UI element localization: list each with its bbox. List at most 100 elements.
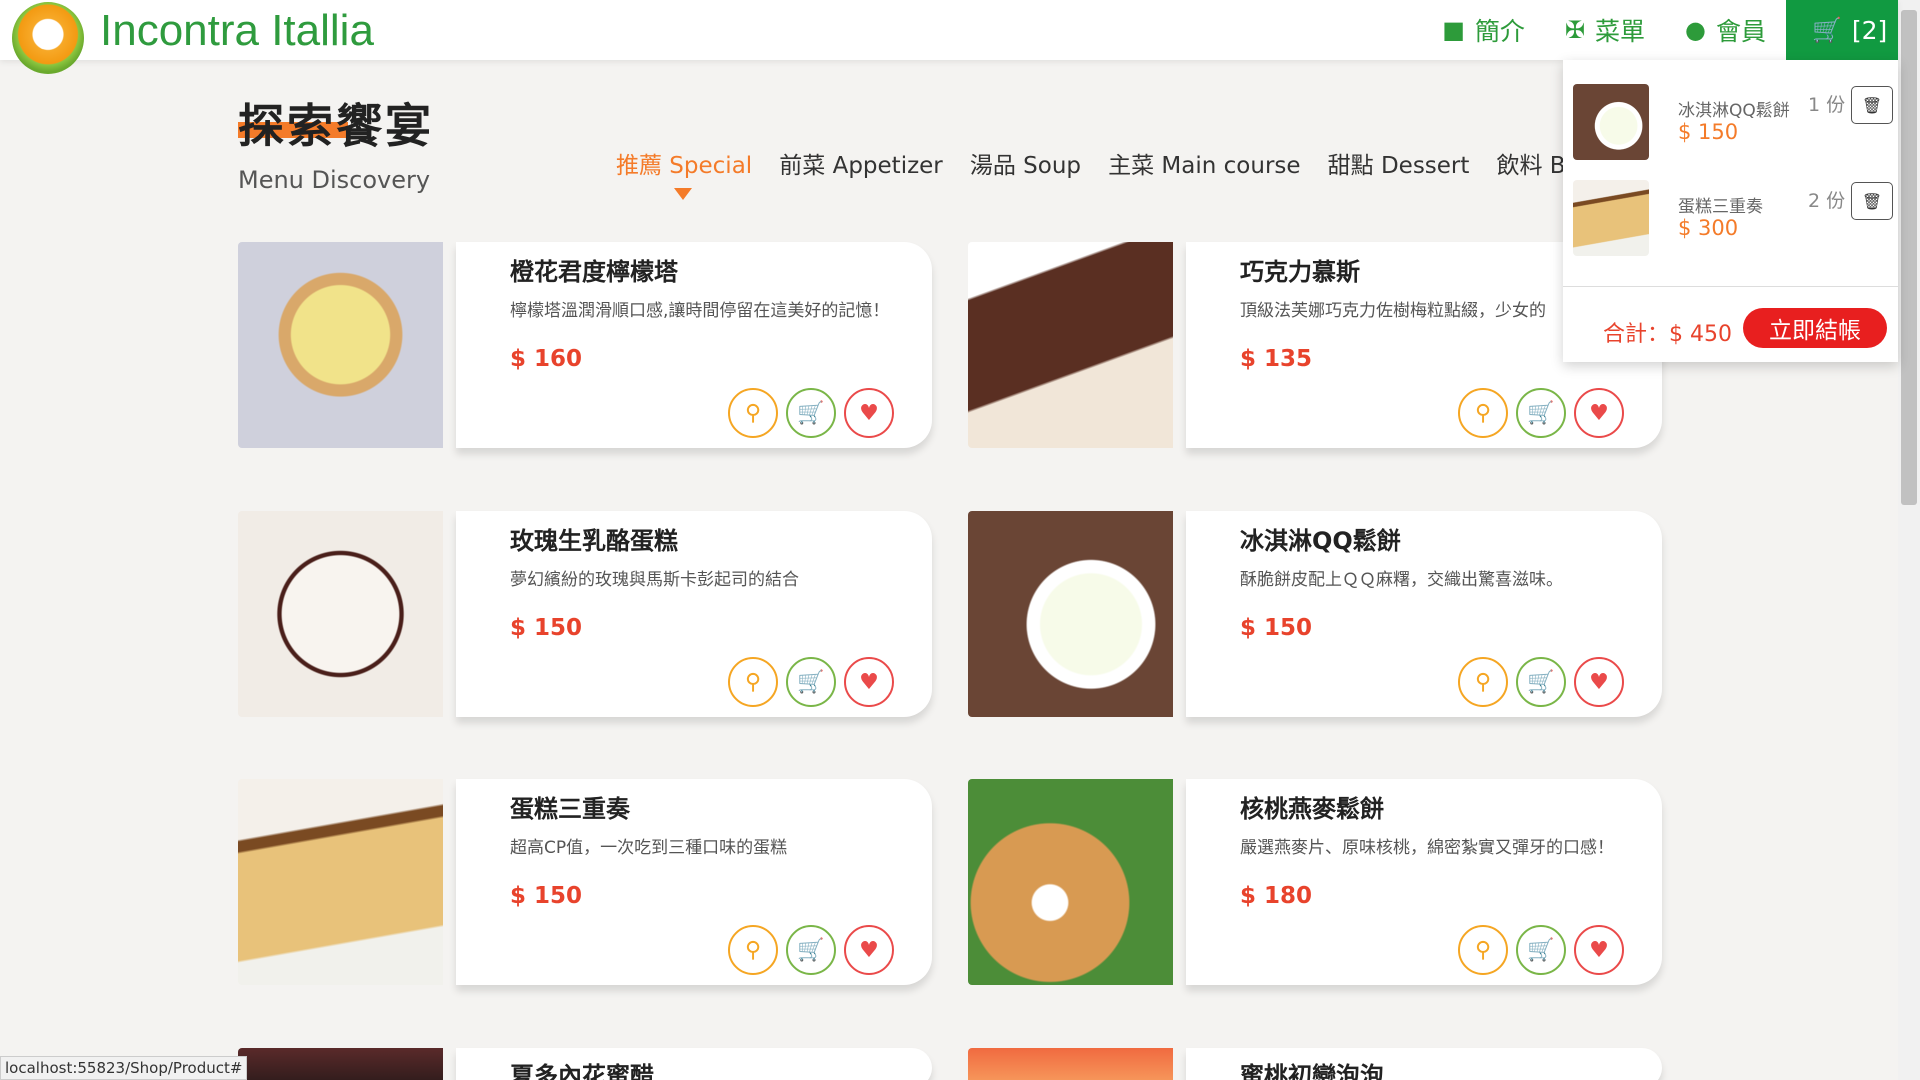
add-to-cart-button[interactable]: 🛒 — [786, 657, 836, 707]
product-name: 冰淇淋QQ鬆餅 — [1240, 527, 1401, 555]
product-name: 蜜桃初戀泡泡 — [1240, 1062, 1384, 1080]
product-image[interactable] — [238, 242, 443, 448]
product-price: $ 180 — [1240, 883, 1313, 909]
scrollbar-thumb[interactable] — [1901, 10, 1917, 505]
product-image[interactable] — [238, 779, 443, 985]
add-to-cart-button[interactable]: 🛒 — [786, 925, 836, 975]
favorite-button[interactable]: ♥ — [844, 925, 894, 975]
delete-item-button[interactable]: 🗑 — [1851, 182, 1893, 220]
product-image[interactable] — [238, 511, 443, 717]
search-icon: ⚲ — [744, 669, 762, 695]
product-actions: ⚲ 🛒 ♥ — [1458, 657, 1624, 707]
product-description: 酥脆餅皮配上ＱＱ麻糬，交織出驚喜滋味。 — [1240, 570, 1563, 590]
tab-special[interactable]: 推薦 Special — [616, 146, 752, 180]
leaf-icon — [34, 18, 62, 52]
product-card: 夏多內花蜜醋 — [238, 1048, 932, 1080]
store-icon: ■ — [1442, 16, 1465, 44]
brand-name[interactable]: Incontra Itallia — [100, 6, 374, 56]
view-detail-button[interactable]: ⚲ — [728, 388, 778, 438]
cart-item-name: 冰淇淋QQ鬆餅 — [1678, 101, 1790, 121]
shopping-cart-icon: 🛒 — [1812, 16, 1842, 44]
search-icon: ⚲ — [1474, 937, 1492, 963]
heart-icon: ♥ — [1589, 400, 1609, 426]
product-description: 夢幻繽紛的玫瑰與馬斯卡彭起司的結合 — [510, 570, 799, 590]
heart-icon: ♥ — [859, 400, 879, 426]
product-info: 核桃燕麥鬆餅 嚴選燕麥片、原味核桃，綿密紮實又彈牙的口感！ $ 180 ⚲ 🛒 … — [1186, 779, 1662, 985]
trash-icon: 🗑 — [1861, 95, 1883, 115]
cart-item: 冰淇淋QQ鬆餅 1 份 $ 150 🗑 — [1573, 84, 1893, 162]
product-actions: ⚲ 🛒 ♥ — [1458, 388, 1624, 438]
product-image[interactable] — [968, 779, 1173, 985]
favorite-button[interactable]: ♥ — [1574, 925, 1624, 975]
product-price: $ 150 — [510, 883, 583, 909]
product-image[interactable] — [968, 511, 1173, 717]
cart-item-qty: 1 份 — [1808, 94, 1846, 116]
product-name: 夏多內花蜜醋 — [510, 1062, 654, 1080]
search-icon: ⚲ — [1474, 400, 1492, 426]
page-subtitle: Menu Discovery — [238, 166, 431, 194]
top-navbar: Incontra Itallia ■ 簡介 ✠ 菜單 ● 會員 🛒 [2] — [0, 0, 1898, 74]
tab-soup[interactable]: 湯品 Soup — [970, 146, 1081, 180]
add-to-cart-button[interactable]: 🛒 — [1516, 657, 1566, 707]
nav-item-member[interactable]: ● 會員 — [1665, 0, 1786, 60]
favorite-button[interactable]: ♥ — [1574, 657, 1624, 707]
cart-plus-icon: 🛒 — [797, 937, 825, 963]
product-info: 夏多內花蜜醋 — [456, 1048, 932, 1080]
product-card: 蛋糕三重奏 超高CP值，一次吃到三種口味的蛋糕 $ 150 ⚲ 🛒 ♥ — [238, 779, 932, 985]
cart-plus-icon: 🛒 — [797, 669, 825, 695]
user-icon: ● — [1685, 16, 1706, 44]
heart-icon: ♥ — [859, 937, 879, 963]
product-name: 橙花君度檸檬塔 — [510, 258, 678, 286]
nav-item-menu[interactable]: ✠ 菜單 — [1545, 0, 1665, 60]
cart-button[interactable]: 🛒 [2] — [1786, 0, 1898, 60]
add-to-cart-button[interactable]: 🛒 — [1516, 388, 1566, 438]
cart-item-image — [1573, 84, 1649, 160]
cart-count: [2] — [1851, 15, 1888, 45]
add-to-cart-button[interactable]: 🛒 — [1516, 925, 1566, 975]
cart-plus-icon: 🛒 — [1527, 669, 1555, 695]
view-detail-button[interactable]: ⚲ — [728, 925, 778, 975]
view-detail-button[interactable]: ⚲ — [1458, 925, 1508, 975]
checkout-button[interactable]: 立即結帳 — [1743, 308, 1887, 348]
product-name: 核桃燕麥鬆餅 — [1240, 795, 1384, 823]
product-card: 巧克力慕斯 頂級法芙娜巧克力佐樹梅粒點綴，少女的 $ 135 ⚲ 🛒 ♥ — [968, 242, 1662, 448]
add-to-cart-button[interactable]: 🛒 — [786, 388, 836, 438]
heart-icon: ♥ — [1589, 937, 1609, 963]
nav-label: 會員 — [1715, 17, 1766, 46]
trash-icon: 🗑 — [1861, 191, 1883, 211]
tab-dessert[interactable]: 甜點 Dessert — [1328, 146, 1470, 180]
cart-plus-icon: 🛒 — [797, 400, 825, 426]
brand-logo[interactable] — [12, 2, 84, 74]
product-card: 蜜桃初戀泡泡 — [968, 1048, 1662, 1080]
favorite-button[interactable]: ♥ — [1574, 388, 1624, 438]
product-price: $ 135 — [1240, 346, 1313, 372]
product-actions: ⚲ 🛒 ♥ — [728, 657, 894, 707]
product-image[interactable] — [968, 1048, 1173, 1080]
product-actions: ⚲ 🛒 ♥ — [1458, 925, 1624, 975]
view-detail-button[interactable]: ⚲ — [1458, 657, 1508, 707]
nav-label: 菜單 — [1595, 17, 1646, 46]
product-name: 巧克力慕斯 — [1240, 258, 1360, 286]
view-detail-button[interactable]: ⚲ — [1458, 388, 1508, 438]
delete-item-button[interactable]: 🗑 — [1851, 86, 1893, 124]
product-description: 嚴選燕麥片、原味核桃，綿密紮實又彈牙的口感！ — [1240, 838, 1614, 858]
search-icon: ⚲ — [744, 937, 762, 963]
product-name: 玫瑰生乳酪蛋糕 — [510, 527, 678, 555]
cart-item-name: 蛋糕三重奏 — [1678, 197, 1763, 217]
nav-item-about[interactable]: ■ 簡介 — [1422, 0, 1545, 60]
page-title: 探索饗宴 — [238, 99, 434, 153]
tab-appetizer[interactable]: 前菜 Appetizer — [779, 146, 942, 180]
product-info: 冰淇淋QQ鬆餅 酥脆餅皮配上ＱＱ麻糬，交織出驚喜滋味。 $ 150 ⚲ 🛒 ♥ — [1186, 511, 1662, 717]
product-image[interactable] — [968, 242, 1173, 448]
view-detail-button[interactable]: ⚲ — [728, 657, 778, 707]
product-description: 檸檬塔溫潤滑順口感,讓時間停留在這美好的記憶！ — [510, 301, 890, 321]
favorite-button[interactable]: ♥ — [844, 388, 894, 438]
cart-item-qty: 2 份 — [1808, 190, 1846, 212]
nav-label: 簡介 — [1474, 17, 1525, 46]
tab-beverage[interactable]: 飲料 Beverage — [1497, 146, 1567, 180]
tab-main-course[interactable]: 主菜 Main course — [1108, 146, 1300, 180]
favorite-button[interactable]: ♥ — [844, 657, 894, 707]
cart-item: 蛋糕三重奏 2 份 $ 300 🗑 — [1573, 180, 1893, 258]
scrollbar[interactable] — [1898, 0, 1920, 1080]
product-image[interactable] — [238, 1048, 443, 1080]
